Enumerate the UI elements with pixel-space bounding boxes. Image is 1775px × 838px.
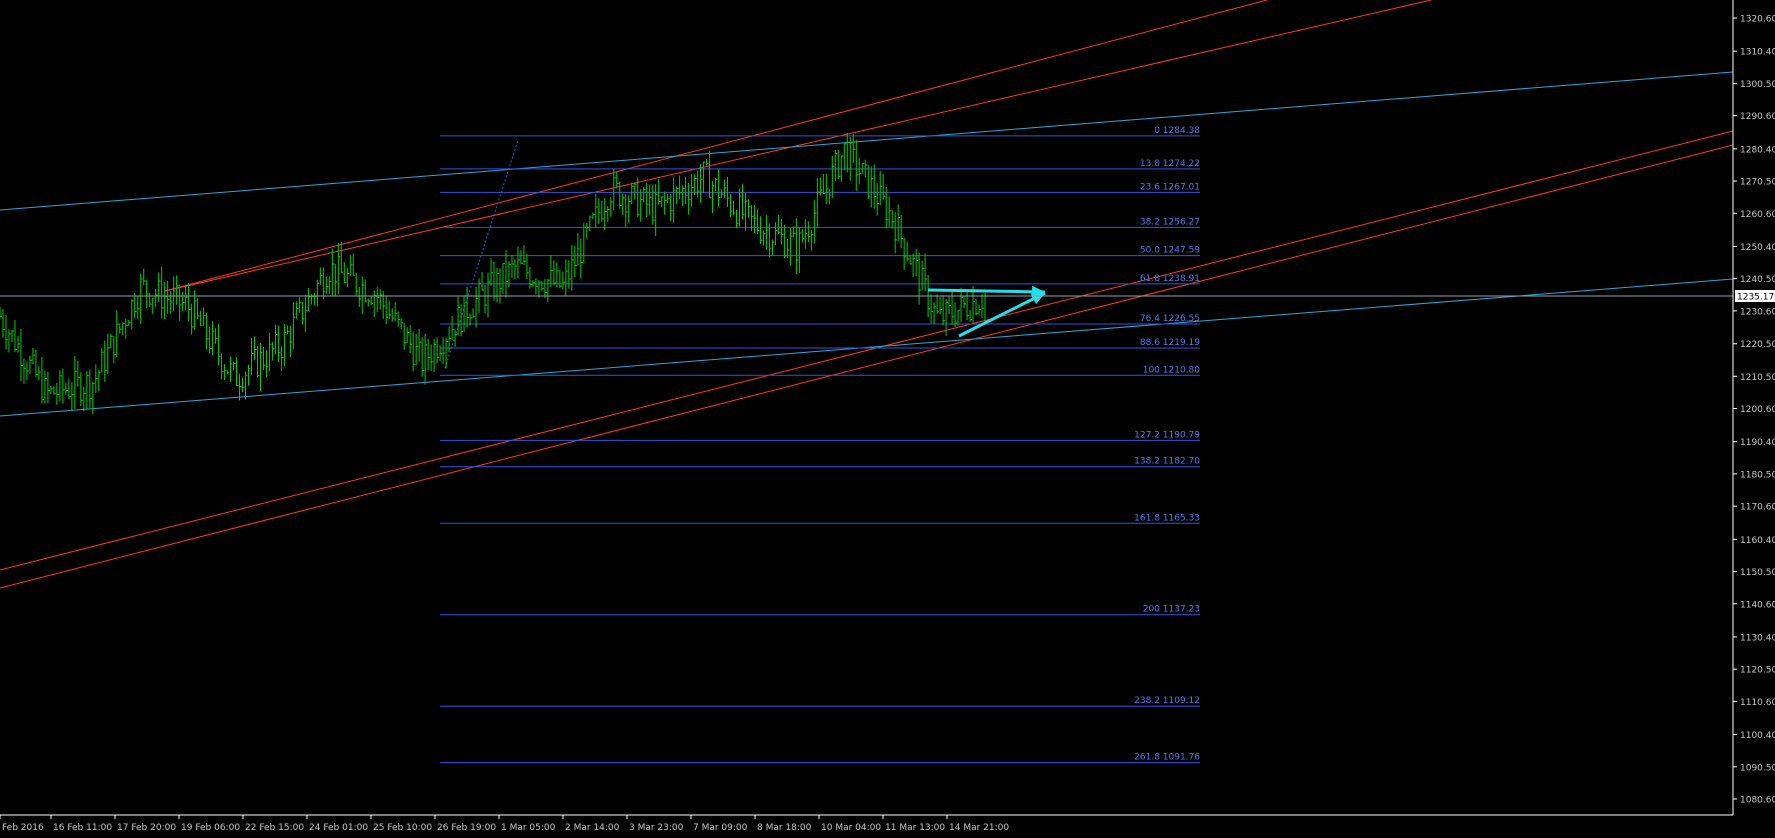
fib-level-label: 13.8 1274.22 [1140, 159, 1200, 169]
price-axis-label: 1230.60 [1740, 307, 1775, 317]
fib-level-label: 127.2 1190.79 [1134, 430, 1200, 440]
price-axis-label: 1130.40 [1740, 633, 1775, 643]
price-axis-label: 1300.50 [1740, 80, 1775, 90]
time-axis-label: 16 Feb 11:00 [53, 823, 112, 833]
price-axis-label: 1090.50 [1740, 763, 1775, 773]
fib-level-label: 88.6 1219.19 [1140, 338, 1200, 348]
current-price-marker: 1235.17 [1735, 290, 1775, 303]
price-axis-label: 1240.50 [1740, 275, 1775, 285]
chart-window: 0 1284.38 13.8 1274.22 23.6 1267.01 38.2 12… [0, 0, 1775, 838]
price-axis-label: 1290.60 [1740, 112, 1775, 122]
fib-level-label: 238.2 1109.12 [1134, 696, 1200, 706]
price-axis-label: 1140.60 [1740, 600, 1775, 610]
price-axis-label: 1260.60 [1740, 210, 1775, 220]
time-axis-label: 7 Mar 09:00 [693, 823, 748, 833]
time-axis-label: 14 Mar 21:00 [949, 823, 1009, 833]
fib-level-label: 38.2 1256.27 [1140, 217, 1200, 227]
time-axis-label: 3 Mar 23:00 [629, 823, 684, 833]
fib-level-label: 50.0 1247.59 [1140, 246, 1200, 256]
price-axis-label: 1170.60 [1740, 503, 1775, 513]
fib-level-label: 138.2 1182.70 [1134, 457, 1200, 467]
current-price-label: 1235.17 [1737, 293, 1774, 303]
price-axis-label: 1250.40 [1740, 243, 1775, 253]
plot-background [0, 0, 1775, 838]
fib-level-label: 76.4 1226.55 [1140, 314, 1200, 324]
price-axis-label: 1120.50 [1740, 666, 1775, 676]
time-axis-label: Feb 2016 [2, 823, 44, 833]
price-axis-label: 1100.40 [1740, 731, 1775, 741]
time-axis-label: 11 Mar 13:00 [885, 823, 945, 833]
fib-level-label: 100 1210.80 [1143, 365, 1201, 375]
price-axis-label: 1150.50 [1740, 568, 1775, 578]
horizontal-arrow [927, 288, 1046, 294]
fib-level-label: 161.8 1165.33 [1134, 513, 1200, 523]
price-axis-label: 1280.40 [1740, 145, 1775, 155]
time-axis-label: 19 Feb 06:00 [181, 823, 240, 833]
price-axis-label: 1180.50 [1740, 470, 1775, 480]
time-axis-label: 10 Mar 04:00 [821, 823, 881, 833]
fib-level-label: 61.8 1238.91 [1140, 274, 1200, 284]
price-axis-label: 1110.60 [1740, 698, 1775, 708]
time-axis-label: 24 Feb 01:00 [309, 823, 368, 833]
price-axis-label: 1220.50 [1740, 340, 1775, 350]
price-axis-label: 1210.50 [1740, 373, 1775, 383]
time-axis-label: 25 Feb 10:00 [373, 823, 432, 833]
price-chart[interactable]: 0 1284.38 13.8 1274.22 23.6 1267.01 38.2 12… [0, 0, 1775, 838]
fib-level-label: 261.8 1091.76 [1134, 753, 1200, 763]
price-axis-label: 1190.40 [1740, 438, 1775, 448]
price-axis-label: 1310.40 [1740, 48, 1775, 58]
time-axis-label: 17 Feb 20:00 [117, 823, 176, 833]
time-axis-label: 8 Mar 18:00 [757, 823, 812, 833]
time-axis-label: 22 Feb 15:00 [245, 823, 304, 833]
fib-level-label: 200 1137.23 [1143, 605, 1200, 615]
time-axis-label: 1 Mar 05:00 [501, 823, 556, 833]
time-axis-label: 2 Mar 14:00 [565, 823, 620, 833]
fib-level-label: 23.6 1267.01 [1140, 182, 1200, 192]
price-axis-label: 1320.60 [1740, 15, 1775, 25]
fib-level-label: 0 1284.38 [1154, 126, 1200, 136]
price-axis-label: 1080.60 [1740, 796, 1775, 806]
price-axis-label: 1160.40 [1740, 536, 1775, 546]
price-axis-label: 1200.60 [1740, 405, 1775, 415]
time-axis-label: 26 Feb 19:00 [437, 823, 496, 833]
price-axis-label: 1270.50 [1740, 178, 1775, 188]
